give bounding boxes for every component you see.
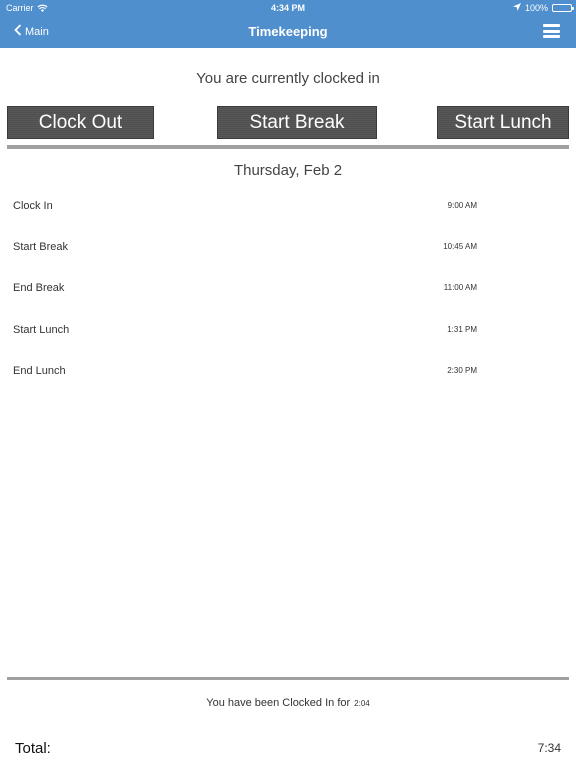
event-label: End Break <box>13 282 65 294</box>
battery-icon <box>552 4 574 12</box>
event-row-end-lunch: End Lunch 2:30 PM <box>0 361 576 381</box>
total-value: 7:34 <box>537 741 561 755</box>
bottom-divider <box>7 677 569 680</box>
event-time: 9:00 AM <box>447 201 477 210</box>
location-arrow-icon <box>512 3 521 13</box>
top-divider <box>7 145 569 149</box>
status-time: 4:34 PM <box>270 3 305 13</box>
date-heading: Thursday, Feb 2 <box>233 162 343 179</box>
event-row-clock-in: Clock In 9:00 AM <box>0 196 576 216</box>
event-label: Start Break <box>13 241 69 253</box>
event-time: 2:30 PM <box>447 366 477 375</box>
event-label: Start Lunch <box>13 324 70 336</box>
total-label: Total: <box>15 740 51 757</box>
event-row-start-break: Start Break 10:45 AM <box>0 237 576 257</box>
clocked-in-text: You have been Clocked In for <box>206 697 351 709</box>
status-bar: Carrier 4:34 PM 100% <box>0 0 576 16</box>
battery-area: 100% <box>512 3 574 13</box>
event-time: 10:45 AM <box>443 242 477 251</box>
event-label: Clock In <box>13 200 53 212</box>
event-time: 1:31 PM <box>447 325 477 334</box>
start-break-button[interactable]: Start Break <box>217 106 377 139</box>
hamburger-menu-icon[interactable] <box>543 24 560 38</box>
page-title: Timekeeping <box>248 24 328 39</box>
clocked-in-duration-value: 2:04 <box>354 699 370 708</box>
app-header: Carrier 4:34 PM 100% Main Timekeeping <box>0 0 576 48</box>
start-lunch-button[interactable]: Start Lunch <box>437 106 569 139</box>
event-row-start-lunch: Start Lunch 1:31 PM <box>0 320 576 340</box>
battery-percent: 100% <box>524 3 548 13</box>
event-row-end-break: End Break 11:00 AM <box>0 278 576 298</box>
event-label: End Lunch <box>13 365 66 377</box>
navigation-bar: Main Timekeeping <box>0 16 576 48</box>
clock-out-button[interactable]: Clock Out <box>7 106 154 139</box>
clock-status-message: You are currently clocked in <box>196 70 380 87</box>
clocked-in-duration: You have been Clocked In for 2:04 <box>0 697 576 709</box>
event-time: 11:00 AM <box>443 283 477 292</box>
